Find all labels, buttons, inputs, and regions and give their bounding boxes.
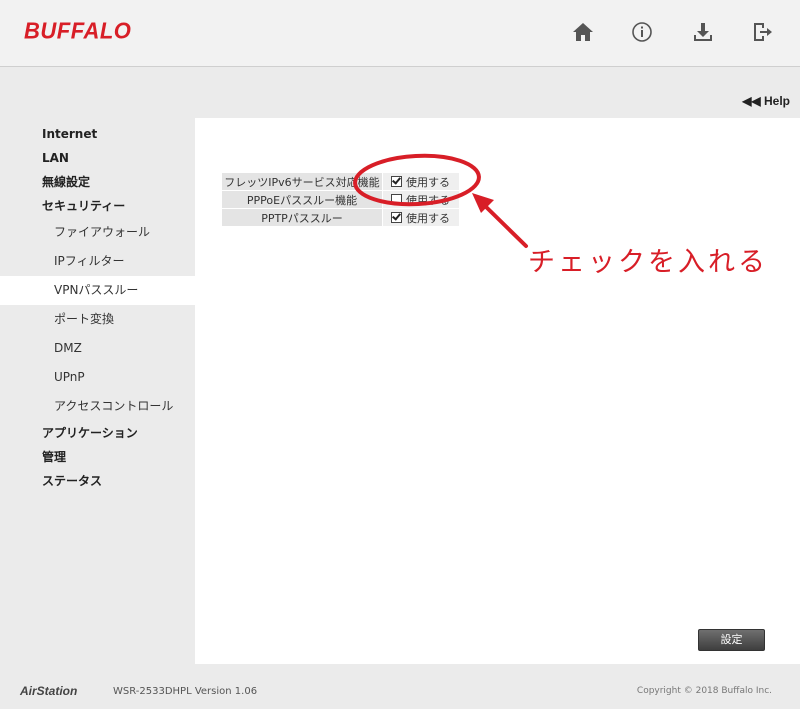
setting-value-ipv6[interactable]: 使用する <box>382 172 460 191</box>
sidebar-item-lan[interactable]: LAN <box>0 146 195 170</box>
copyright-text: Copyright © 2018 Buffalo Inc. <box>636 686 772 696</box>
sidebar-item-security[interactable]: セキュリティー <box>0 194 195 218</box>
home-icon[interactable] <box>571 20 595 44</box>
pppoe-checkbox[interactable] <box>391 193 402 205</box>
main-panel: フレッツIPv6サービス対応機能 使用する PPPoEパススルー機能 使用する … <box>195 118 800 664</box>
logout-icon[interactable] <box>750 20 774 44</box>
help-link[interactable]: ◀◀ Help <box>742 94 790 108</box>
table-row: フレッツIPv6サービス対応機能 使用する <box>221 172 460 191</box>
sidebar-item-status[interactable]: ステータス <box>0 469 195 493</box>
sidebar-item-firewall[interactable]: ファイアウォール <box>0 218 195 247</box>
sidebar-item-upnp[interactable]: UPnP <box>0 363 195 392</box>
sidebar-item-applications[interactable]: アプリケーション <box>0 421 195 445</box>
sidebar-item-admin[interactable]: 管理 <box>0 445 195 469</box>
setting-value-pppoe[interactable]: 使用する <box>382 190 460 209</box>
ipv6-checkbox[interactable] <box>391 175 402 187</box>
sidebar-item-wireless[interactable]: 無線設定 <box>0 170 195 194</box>
setting-label-pppoe: PPPoEパススルー機能 <box>221 190 383 209</box>
checkbox-label[interactable]: 使用する <box>406 176 450 189</box>
vpn-settings-table: フレッツIPv6サービス対応機能 使用する PPPoEパススルー機能 使用する … <box>221 172 460 227</box>
annotation-text: チェックを入れる <box>528 247 768 278</box>
table-row: PPPoEパススルー機能 使用する <box>221 190 460 209</box>
setting-label-ipv6: フレッツIPv6サービス対応機能 <box>221 172 383 191</box>
footer: AirStation WSR-2533DHPL Version 1.06 Cop… <box>0 680 800 709</box>
save-button[interactable]: 設定 <box>698 629 765 651</box>
table-row: PPTPパススルー 使用する <box>221 208 460 227</box>
sidebar-item-dmz[interactable]: DMZ <box>0 334 195 363</box>
brand-logo[interactable]: BUFFALO <box>24 17 131 44</box>
product-logo: AirStation <box>20 684 78 698</box>
sidebar-nav: Internet LAN 無線設定 セキュリティー ファイアウォール IPフィル… <box>0 118 195 493</box>
checkbox-label[interactable]: 使用する <box>406 194 450 207</box>
setting-value-pptp[interactable]: 使用する <box>382 208 460 227</box>
sidebar-item-internet[interactable]: Internet <box>0 122 195 146</box>
sidebar-item-access-control[interactable]: アクセスコントロール <box>0 392 195 421</box>
header-bar: BUFFALO <box>0 0 800 67</box>
info-icon[interactable] <box>630 20 654 44</box>
model-version: WSR-2533DHPL Version 1.06 <box>113 686 258 697</box>
pptp-checkbox[interactable] <box>391 211 402 223</box>
download-icon[interactable] <box>691 20 715 44</box>
checkbox-label[interactable]: 使用する <box>406 212 450 225</box>
setting-label-pptp: PPTPパススルー <box>221 208 383 227</box>
sidebar-item-ip-filter[interactable]: IPフィルター <box>0 247 195 276</box>
sidebar-item-port-forwarding[interactable]: ポート変換 <box>0 305 195 334</box>
sidebar-item-vpn-passthrough[interactable]: VPNパススルー <box>0 276 195 305</box>
